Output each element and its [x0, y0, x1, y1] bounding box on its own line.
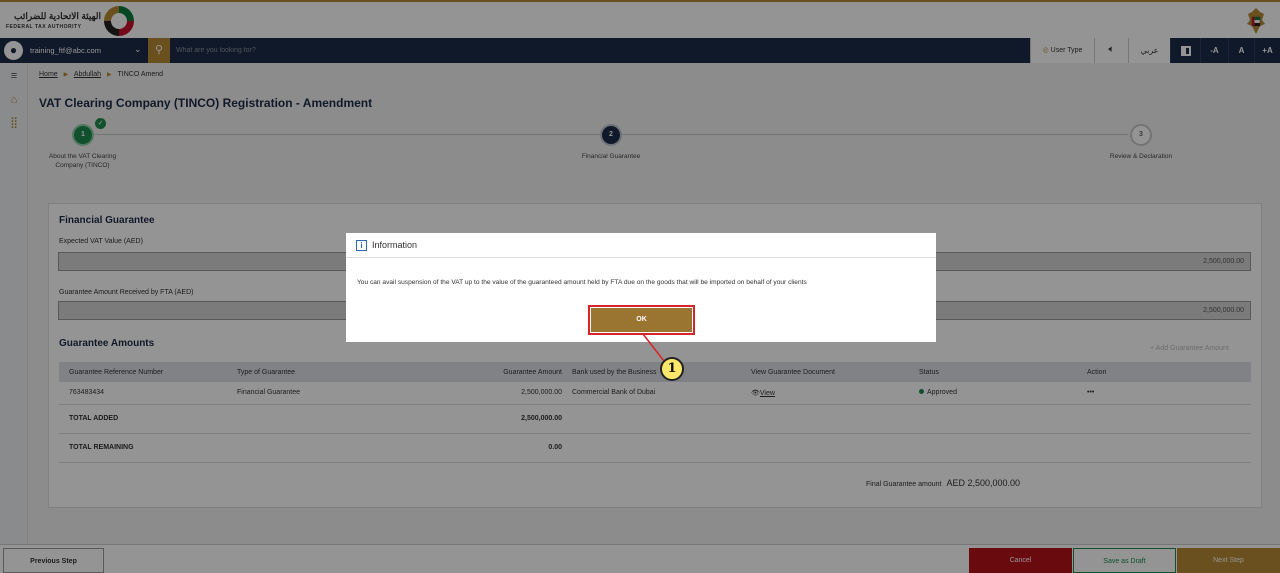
callout-number: 1 [660, 357, 684, 381]
callout-pointer [642, 333, 665, 362]
callout-line [642, 333, 665, 362]
